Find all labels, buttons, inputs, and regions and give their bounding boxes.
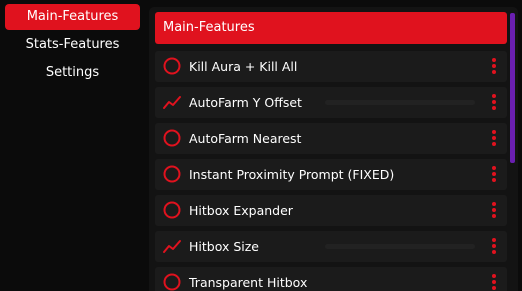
more-options-icon[interactable] xyxy=(490,130,498,147)
feature-label: Kill Aura + Kill All xyxy=(189,59,298,74)
section-header: Main-Features xyxy=(155,12,507,44)
feature-label: Hitbox Expander xyxy=(189,203,293,218)
feature-row-transparent-hitbox[interactable]: Transparent Hitbox xyxy=(155,267,507,291)
feature-label: AutoFarm Nearest xyxy=(189,131,302,146)
slider-graph-icon xyxy=(163,96,181,109)
toggle-circle-icon[interactable] xyxy=(162,56,182,76)
app-window: Main-Features Stats-Features Settings Ma… xyxy=(0,0,522,291)
toggle-circle-icon[interactable] xyxy=(162,164,182,184)
more-options-icon[interactable] xyxy=(490,274,498,291)
feature-row-autofarm-nearest[interactable]: AutoFarm Nearest xyxy=(155,123,507,154)
value-slider[interactable] xyxy=(325,100,475,105)
scrollbar[interactable] xyxy=(510,13,515,163)
feature-row-kill-aura[interactable]: Kill Aura + Kill All xyxy=(155,51,507,82)
more-options-icon[interactable] xyxy=(490,166,498,183)
feature-row-autofarm-y-offset[interactable]: AutoFarm Y Offset xyxy=(155,87,507,118)
toggle-circle-icon[interactable] xyxy=(162,200,182,220)
sidebar-item-main-features[interactable]: Main-Features xyxy=(5,4,140,30)
feature-label: Hitbox Size xyxy=(189,239,260,254)
feature-label: AutoFarm Y Offset xyxy=(189,95,302,110)
feature-row-instant-proximity-prompt[interactable]: Instant Proximity Prompt (FIXED) xyxy=(155,159,507,190)
main-panel: Main-Features Kill Aura + Kill All AutoF… xyxy=(149,7,518,291)
sidebar-item-settings[interactable]: Settings xyxy=(5,60,140,86)
more-options-icon[interactable] xyxy=(490,202,498,219)
value-slider[interactable] xyxy=(325,244,475,249)
toggle-circle-icon[interactable] xyxy=(162,128,182,148)
slider-graph-icon xyxy=(163,240,181,253)
more-options-icon[interactable] xyxy=(490,58,498,75)
more-options-icon[interactable] xyxy=(490,94,498,111)
sidebar-item-stats-features[interactable]: Stats-Features xyxy=(5,32,140,58)
feature-label: Instant Proximity Prompt (FIXED) xyxy=(189,167,395,182)
feature-row-hitbox-expander[interactable]: Hitbox Expander xyxy=(155,195,507,226)
more-options-icon[interactable] xyxy=(490,238,498,255)
sidebar: Main-Features Stats-Features Settings xyxy=(0,0,146,291)
feature-row-hitbox-size[interactable]: Hitbox Size xyxy=(155,231,507,262)
feature-label: Transparent Hitbox xyxy=(189,275,308,290)
toggle-circle-icon[interactable] xyxy=(162,272,182,291)
